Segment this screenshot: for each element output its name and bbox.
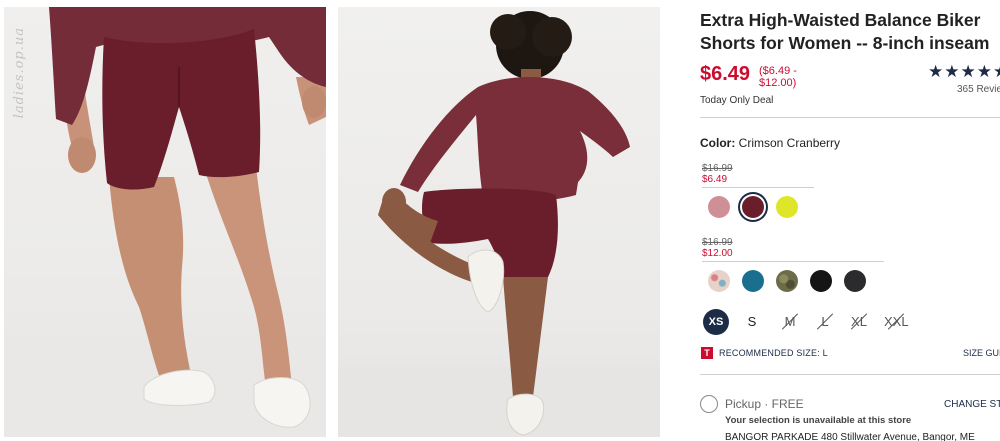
unavailable-message: Your selection is unavailable at this st… (725, 415, 912, 426)
sale-price: $6.49 (702, 174, 728, 185)
product-photo-back (338, 11, 660, 437)
swatch-crimson-cranberry[interactable] (742, 196, 764, 218)
size-xs[interactable]: XS (703, 309, 729, 335)
size-s[interactable]: S (747, 309, 757, 335)
color-label: Color: (700, 136, 736, 150)
store-address-link[interactable]: BANGOR PARKADE 480 Stillwater Avenue, Ba… (725, 432, 975, 441)
swatch-camo[interactable] (776, 270, 798, 292)
color-value: Crimson Cranberry (738, 136, 841, 150)
divider (700, 374, 1000, 375)
price-group-divider (702, 187, 814, 188)
product-image-back[interactable] (338, 7, 660, 437)
color-selection-label: Color: Crimson Cranberry (700, 136, 840, 150)
deal-label: Today Only Deal (700, 95, 774, 106)
original-price: $16.99 (702, 237, 733, 248)
size-guide-link[interactable]: SIZE GUIDE (963, 348, 1000, 358)
swatch-black[interactable] (810, 270, 832, 292)
pickup-label: Pickup · FREE (725, 397, 804, 411)
recommended-size-icon: T (701, 347, 713, 359)
sale-price: $12.00 (702, 248, 733, 259)
reviews-link[interactable]: 365 Reviews (957, 84, 1000, 95)
size-xxl[interactable]: XXL (884, 309, 909, 335)
price-group-divider (702, 261, 884, 262)
pickup-radio[interactable] (700, 395, 718, 413)
size-l[interactable]: L (813, 309, 837, 335)
product-image-front[interactable]: ladies.op.ua (4, 7, 326, 437)
product-title: Extra High-Waisted Balance Biker Shorts … (700, 10, 990, 53)
current-price: $6.49 (700, 63, 751, 85)
swatch-teal[interactable] (742, 270, 764, 292)
swatch-floral-print[interactable] (708, 270, 730, 292)
size-xl[interactable]: XL (847, 309, 871, 335)
swatch-charcoal[interactable] (844, 270, 866, 292)
size-m[interactable]: M (778, 309, 802, 335)
recommended-size: RECOMMENDED SIZE: L (719, 348, 828, 358)
swatch-neon-yellow[interactable] (776, 196, 798, 218)
price-range: ($6.49 - $12.00) (759, 65, 797, 89)
product-photo-front (4, 7, 326, 437)
watermark-text: ladies.op.ua (12, 27, 27, 119)
swatch-dusty-pink[interactable] (708, 196, 730, 218)
divider (700, 117, 1000, 118)
change-store-link[interactable]: CHANGE STORE (944, 399, 1000, 410)
product-info-panel: Extra High-Waisted Balance Biker Shorts … (700, 0, 1000, 441)
rating-stars-icon[interactable]: ★★★★★ (928, 62, 1000, 82)
original-price: $16.99 (702, 163, 733, 174)
